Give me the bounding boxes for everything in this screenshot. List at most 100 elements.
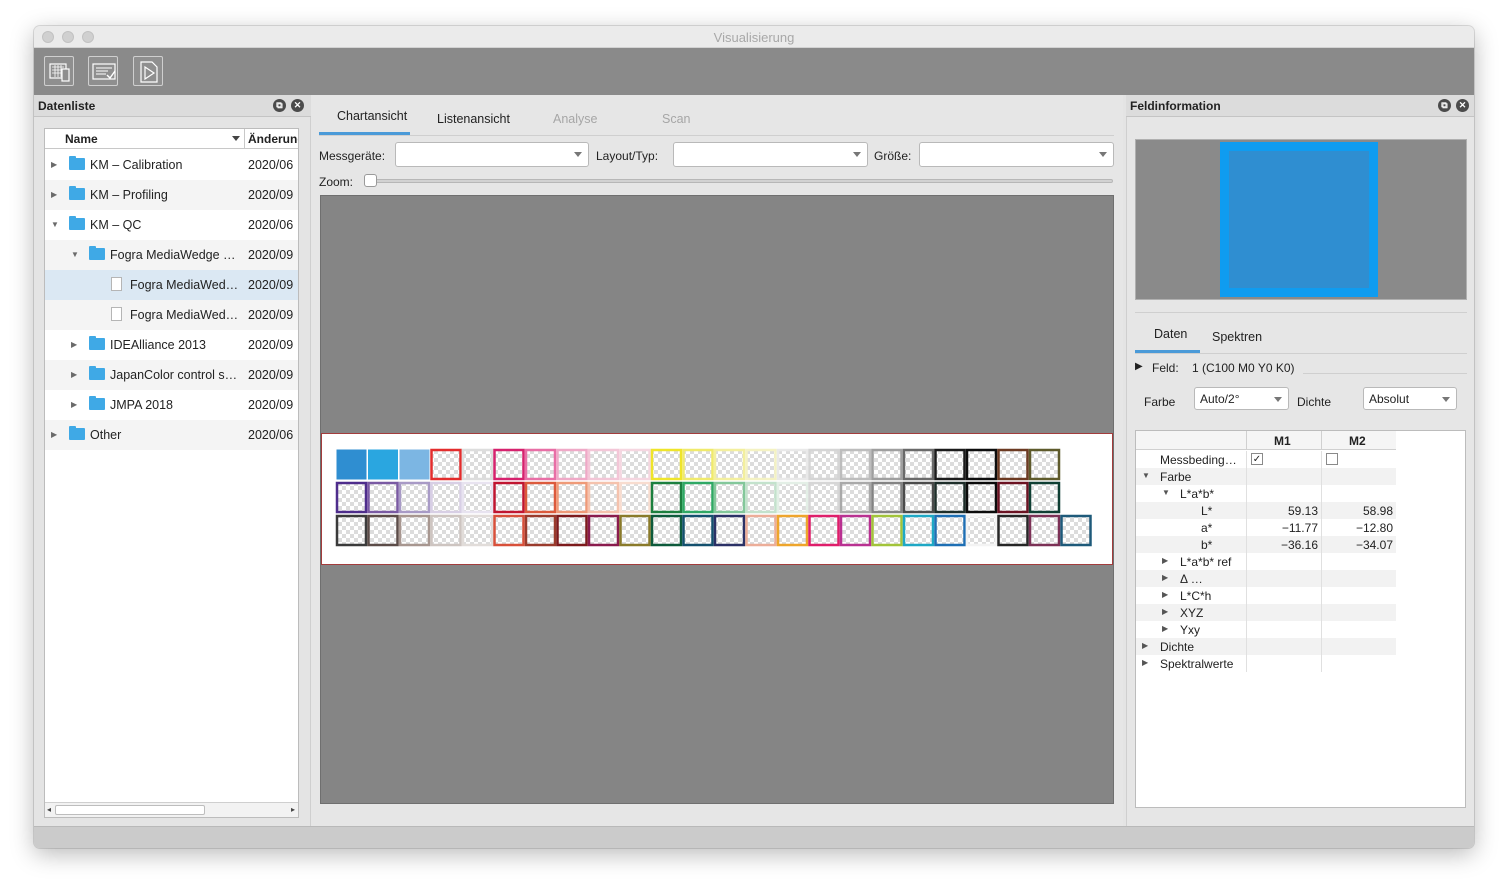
- color-patch[interactable]: [713, 481, 746, 514]
- color-patch[interactable]: [335, 481, 368, 514]
- color-patch[interactable]: [650, 514, 683, 547]
- color-patch[interactable]: [997, 514, 1029, 547]
- color-patch[interactable]: [461, 448, 494, 481]
- color-patch[interactable]: [965, 448, 998, 481]
- color-patch[interactable]: [934, 481, 966, 514]
- color-patch[interactable]: [1028, 514, 1061, 547]
- color-patch[interactable]: [808, 481, 840, 514]
- collapsed-arrow-icon[interactable]: ▶: [51, 160, 57, 169]
- color-patch[interactable]: [367, 481, 399, 514]
- color-patch[interactable]: [902, 514, 935, 547]
- table-row[interactable]: ▶ Yxy: [1136, 621, 1396, 638]
- color-patch[interactable]: [839, 448, 872, 481]
- color-patch[interactable]: [1028, 448, 1061, 481]
- color-patch[interactable]: [587, 481, 620, 514]
- detach-panel-button[interactable]: ⧉: [273, 99, 286, 112]
- color-patch[interactable]: [776, 514, 809, 547]
- color-patch[interactable]: [997, 481, 1029, 514]
- close-panel-button[interactable]: ✕: [1456, 99, 1469, 112]
- collapsed-arrow-icon[interactable]: ▶: [51, 190, 57, 199]
- color-patch[interactable]: [650, 481, 683, 514]
- tree-row[interactable]: ▶ KM – Profiling 2020/09: [45, 180, 298, 210]
- tree-row[interactable]: ▶ KM – Calibration 2020/06: [45, 150, 298, 180]
- zoom-slider-thumb[interactable]: [364, 174, 377, 187]
- collapsed-arrow-icon[interactable]: ▶: [1162, 590, 1168, 599]
- color-patch[interactable]: [336, 449, 367, 480]
- checked-checkbox[interactable]: ✓: [1251, 453, 1263, 465]
- detach-panel-button[interactable]: ⧉: [1438, 99, 1451, 112]
- collapsed-arrow-icon[interactable]: ▶: [1162, 556, 1168, 565]
- chart-view-button[interactable]: [44, 56, 74, 86]
- table-row[interactable]: Messbeding… ✓: [1136, 451, 1396, 468]
- color-patch[interactable]: [871, 448, 903, 481]
- table-row[interactable]: b* −36.16 −34.07: [1136, 536, 1396, 553]
- color-patch[interactable]: [619, 448, 651, 481]
- scrollbar-thumb[interactable]: [55, 805, 205, 815]
- table-row[interactable]: a* −11.77 −12.80: [1136, 519, 1396, 536]
- collapsed-arrow-icon[interactable]: ▶: [1142, 658, 1148, 667]
- expand-feld-icon[interactable]: ▶: [1135, 361, 1143, 372]
- color-patch[interactable]: [493, 448, 525, 481]
- color-patch[interactable]: [430, 448, 462, 481]
- color-patch[interactable]: [997, 448, 1029, 481]
- tree-row[interactable]: ▶ IDEAlliance 2013 2020/09: [45, 330, 298, 360]
- table-row[interactable]: ▶ L*a*b* ref: [1136, 553, 1396, 570]
- unchecked-checkbox[interactable]: [1326, 453, 1338, 465]
- color-patch[interactable]: [587, 448, 620, 481]
- color-patch[interactable]: [430, 481, 462, 514]
- table-row[interactable]: ▼ Farbe: [1136, 468, 1396, 485]
- tree-row[interactable]: ▼ Fogra MediaWedge … 2020/09: [45, 240, 298, 270]
- color-patch[interactable]: [368, 449, 398, 480]
- scroll-right-icon[interactable]: ▸: [291, 805, 295, 814]
- table-row[interactable]: ▶ Δ …: [1136, 570, 1396, 587]
- horizontal-scrollbar[interactable]: ◂ ▸: [45, 802, 298, 817]
- color-patch[interactable]: [430, 514, 462, 547]
- collapsed-arrow-icon[interactable]: ▶: [71, 340, 77, 349]
- close-panel-button[interactable]: ✕: [291, 99, 304, 112]
- color-patch[interactable]: [713, 448, 746, 481]
- tab-spektren[interactable]: Spektren: [1212, 330, 1262, 344]
- table-row[interactable]: L* 59.13 58.98: [1136, 502, 1396, 519]
- color-patch[interactable]: [965, 481, 998, 514]
- tab-analyse[interactable]: Analyse: [553, 112, 597, 126]
- tab-listenansicht[interactable]: Listenansicht: [437, 112, 510, 126]
- color-patch[interactable]: [839, 481, 872, 514]
- table-row[interactable]: ▼ L*a*b*: [1136, 485, 1396, 502]
- color-patch[interactable]: [587, 514, 620, 547]
- color-patch[interactable]: [335, 514, 368, 547]
- expanded-arrow-icon[interactable]: ▼: [71, 250, 79, 259]
- color-patch[interactable]: [461, 514, 494, 547]
- tree-row[interactable]: ▶ Other 2020/06: [45, 420, 298, 450]
- tree-row[interactable]: ▶ JapanColor control s… 2020/09: [45, 360, 298, 390]
- color-patch[interactable]: [398, 481, 431, 514]
- tree-row[interactable]: ▼ KM – QC 2020/06: [45, 210, 298, 240]
- color-patch[interactable]: [839, 514, 872, 547]
- color-patch[interactable]: [1060, 514, 1092, 547]
- collapsed-arrow-icon[interactable]: ▶: [1162, 573, 1168, 582]
- color-patch[interactable]: [713, 514, 746, 547]
- document-play-button[interactable]: [133, 56, 163, 86]
- color-patch[interactable]: [808, 448, 840, 481]
- color-patch[interactable]: [682, 514, 714, 547]
- list-check-button[interactable]: [88, 56, 118, 86]
- collapsed-arrow-icon[interactable]: ▶: [71, 370, 77, 379]
- color-patch[interactable]: [556, 448, 588, 481]
- color-patch[interactable]: [650, 448, 683, 481]
- name-column-header[interactable]: Name: [65, 132, 98, 146]
- tab-daten[interactable]: Daten: [1154, 327, 1187, 341]
- tab-chartansicht[interactable]: Chartansicht: [337, 109, 407, 123]
- collapsed-arrow-icon[interactable]: ▶: [51, 430, 57, 439]
- color-patch[interactable]: [556, 481, 588, 514]
- table-row[interactable]: ▶ XYZ: [1136, 604, 1396, 621]
- color-patch[interactable]: [745, 514, 777, 547]
- color-patch[interactable]: [871, 514, 903, 547]
- tree-row[interactable]: Fogra MediaWed… 2020/09: [45, 300, 298, 330]
- messgeraete-select[interactable]: [395, 142, 589, 167]
- collapsed-arrow-icon[interactable]: ▶: [1142, 641, 1148, 650]
- color-patch[interactable]: [493, 481, 525, 514]
- color-patch[interactable]: [524, 448, 557, 481]
- color-patch[interactable]: [1028, 481, 1061, 514]
- collapsed-arrow-icon[interactable]: ▶: [1162, 624, 1168, 633]
- color-patch[interactable]: [619, 514, 651, 547]
- expanded-arrow-icon[interactable]: ▼: [1162, 488, 1170, 497]
